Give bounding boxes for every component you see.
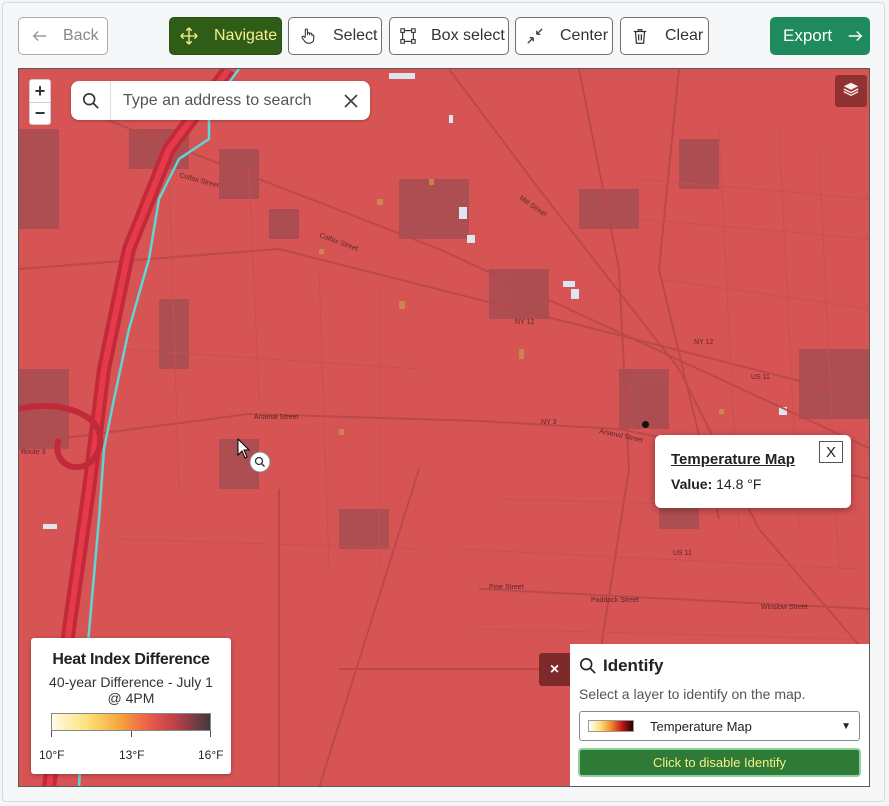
layers-icon — [842, 80, 860, 103]
label-ny12b: NY 12 — [694, 339, 713, 346]
legend-subtitle-line2: @ 4PM — [107, 690, 155, 706]
zoom-control: + − — [29, 79, 51, 125]
back-button[interactable]: Back — [18, 17, 108, 55]
identify-title: Identify — [603, 656, 664, 675]
navigate-label: Navigate — [214, 27, 278, 44]
cursor-identify-icon — [237, 438, 271, 473]
identify-popup: Temperature Map Value: 14.8 °F X — [655, 435, 851, 508]
center-button[interactable]: Center — [515, 17, 613, 55]
identify-location-marker — [642, 421, 649, 428]
legend-subtitle-line1: 40-year Difference - July 1 — [49, 674, 213, 690]
box-select-button[interactable]: Box select — [389, 17, 509, 55]
popup-value: Value: 14.8 °F — [671, 476, 761, 492]
legend-max-label: 16°F — [198, 748, 224, 762]
address-search-input[interactable] — [111, 82, 332, 119]
magnifier-icon — [579, 657, 596, 674]
export-label: Export — [783, 26, 833, 45]
caret-down-icon: ▼ — [841, 720, 851, 732]
select-button[interactable]: Select — [288, 17, 382, 55]
clear-search-icon[interactable] — [332, 81, 370, 120]
legend-title: Heat Index Difference — [52, 651, 210, 668]
back-label: Back — [63, 27, 99, 44]
label-winslow: Winslow Street — [761, 604, 808, 611]
center-label: Center — [560, 27, 609, 44]
box-select-label: Box select — [431, 27, 505, 44]
popup-title[interactable]: Temperature Map — [671, 451, 795, 468]
legend-min-label: 10°F — [39, 748, 65, 762]
label-pine: Pine Street — [489, 584, 524, 591]
heat-legend: Heat Index Difference 40-year Difference… — [31, 638, 231, 774]
label-ny3: NY 3 — [541, 419, 557, 426]
identify-close-button[interactable]: × — [539, 653, 570, 686]
trash-icon — [629, 25, 651, 47]
legend-tick-mid — [131, 731, 132, 737]
label-us11: US 11 — [751, 374, 770, 381]
search-icon[interactable] — [71, 81, 111, 120]
label-route3: Route 3 — [21, 449, 46, 456]
popup-value-text: 14.8 °F — [716, 476, 762, 492]
clear-label: Clear — [665, 27, 704, 44]
popup-close-button[interactable]: X — [819, 441, 843, 463]
label-arsenal-w: Arsenal Street — [254, 414, 298, 421]
layers-toggle-button[interactable] — [835, 75, 867, 107]
label-paddock: Paddock Street — [591, 597, 639, 604]
export-button[interactable]: Export — [770, 17, 870, 55]
zoom-out-button[interactable]: − — [30, 102, 50, 124]
layer-select[interactable]: Temperature Map ▼ — [579, 711, 860, 741]
label-us11b: US 11 — [673, 550, 692, 557]
arrow-left-icon — [29, 25, 51, 47]
arrow-right-icon — [844, 25, 866, 47]
layer-color-swatch — [588, 720, 634, 732]
layer-select-value: Temperature Map — [650, 718, 752, 734]
label-ny12: NY 12 — [515, 319, 534, 326]
identify-panel: Identify Select a layer to identify on t… — [570, 644, 869, 786]
identify-description: Select a layer to identify on the map. — [579, 686, 806, 702]
navigate-button[interactable]: Navigate — [169, 17, 282, 55]
map-view[interactable]: Colfax Street Colfax Street Arsenal Stre… — [18, 68, 870, 787]
legend-tick-max — [210, 731, 211, 737]
hand-pointer-icon — [297, 25, 319, 47]
collapse-arrows-icon — [524, 25, 546, 47]
box-select-icon — [397, 25, 419, 47]
legend-mid-label: 13°F — [119, 748, 145, 762]
move-arrows-icon — [178, 25, 200, 47]
disable-identify-button[interactable]: Click to disable Identify — [578, 748, 861, 777]
popup-value-label: Value: — [671, 476, 713, 492]
identify-header: Identify — [579, 656, 663, 676]
select-label: Select — [333, 27, 378, 44]
zoom-in-button[interactable]: + — [30, 80, 50, 102]
clear-button[interactable]: Clear — [620, 17, 709, 55]
legend-color-ramp — [51, 713, 211, 731]
address-search — [71, 81, 370, 120]
legend-tick-min — [51, 731, 52, 737]
